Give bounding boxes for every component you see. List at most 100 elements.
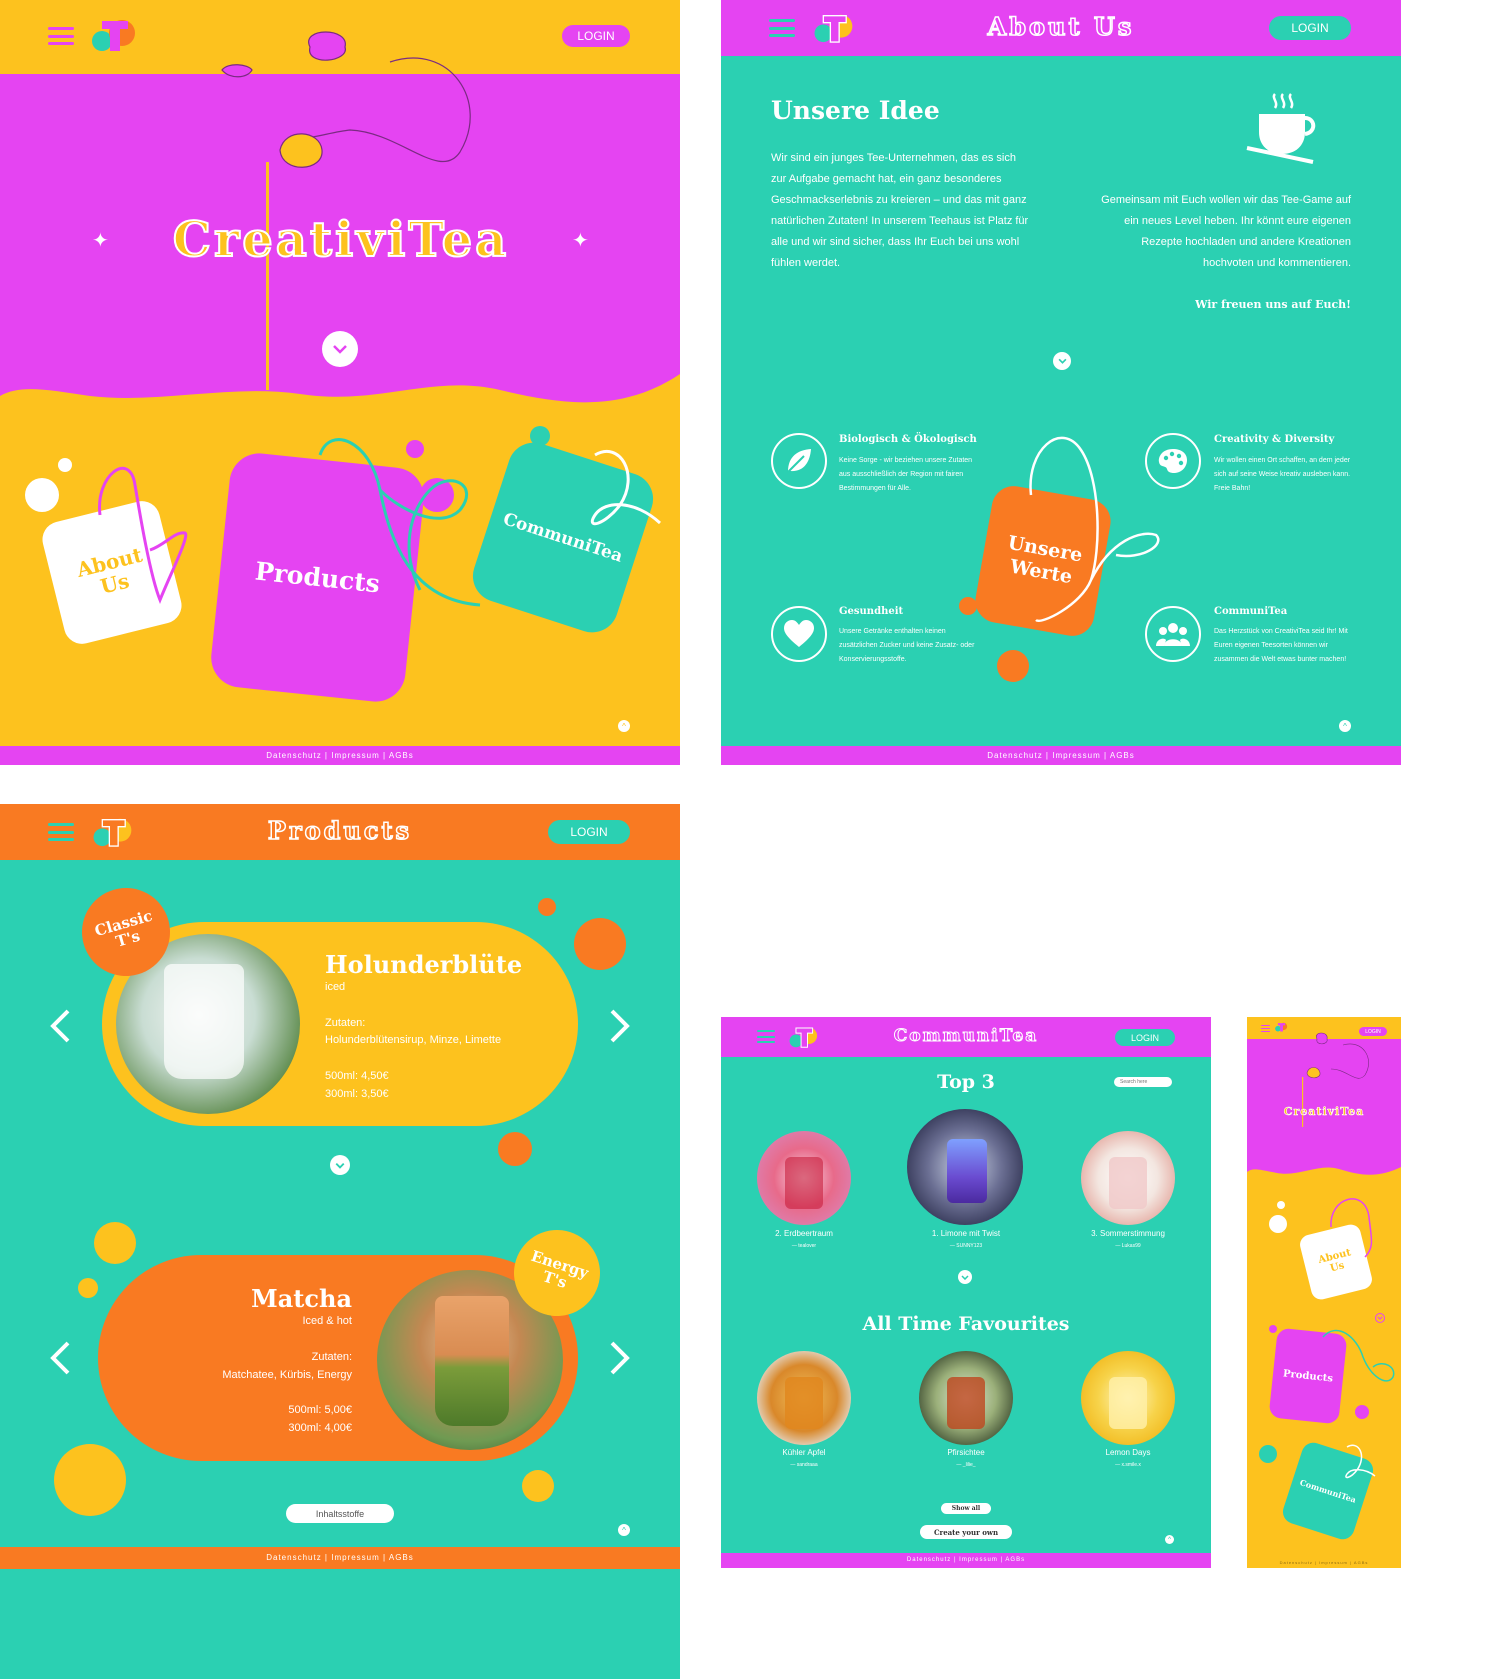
tag-string [318,438,481,607]
tag-string [98,466,188,605]
fav-drink-user: — sandraaa [790,1462,818,1468]
logo[interactable] [1274,1021,1288,1033]
decor-circle [1269,1325,1277,1333]
value-text: Keine Sorge - wir beziehen unsere Zutate… [839,457,973,492]
decor-circle [997,650,1029,682]
glass-shape [1109,1157,1147,1209]
ingredients-button[interactable]: Inhaltsstoffe [286,1504,394,1523]
price-large: 500ml: 5,00€ [288,1404,352,1416]
scroll-down-button[interactable] [1053,352,1071,370]
decor-circle [1269,1215,1287,1233]
tag-string [1345,1444,1376,1479]
menu-icon[interactable] [1261,1025,1270,1032]
glass-shape [947,1139,987,1203]
next-arrow-icon[interactable] [608,1340,632,1376]
glass-shape [164,964,244,1079]
logo[interactable] [88,15,138,55]
chevron-down-icon [1058,358,1066,364]
decor-circle [58,458,72,472]
top-drink-name: 1. Limone mit Twist [931,1229,1001,1238]
prev-arrow-icon[interactable] [48,1340,72,1376]
drink-photo[interactable] [757,1131,851,1225]
value-title: CommuniTea [1214,606,1288,617]
decor-circle [78,1278,98,1298]
ingredients-text: Matchatee, Kürbis, Energy [222,1369,352,1381]
fav-drink-name: Pfirsichtee [947,1448,985,1457]
logo[interactable] [811,9,855,47]
tag-string [1330,1198,1373,1258]
ingredients-label: Zutaten: [325,1017,366,1029]
drink-photo[interactable] [757,1351,851,1445]
show-all-button[interactable]: Show all [941,1503,991,1514]
login-button[interactable]: LOGIN [1269,16,1351,40]
value-text: Unsere Getränke enthalten keinen zusätzl… [839,628,975,663]
ingredients-text: Holunderblütensirup, Minze, Limette [325,1034,502,1046]
drink-photo[interactable] [907,1109,1023,1225]
price-small: 300ml: 4,00€ [288,1422,352,1434]
products-panel: Products LOGIN Classic T's Holunderblüte… [0,804,680,1679]
product-name: Matcha [251,1284,352,1313]
menu-icon[interactable] [757,1030,775,1043]
tag-string [591,449,662,526]
price-large: 500ml: 4,50€ [325,1070,389,1082]
scroll-top-button[interactable]: ^ [1339,720,1351,732]
decor-circle [1259,1445,1277,1463]
idea-text-left: Wir sind ein junges Tee-Unternehmen, das… [771,152,1029,269]
search-input[interactable] [1114,1077,1172,1087]
create-own-button[interactable]: Create your own [920,1525,1012,1539]
tea-cup-icon [1246,93,1316,164]
category-badge-label: Classic T's [92,906,155,951]
top-drink-name: 2. Erdbeertraum [775,1229,833,1238]
decor-circle [959,597,977,615]
login-button[interactable]: LOGIN [562,25,630,47]
decor-circle [498,1132,532,1166]
idea-title: Unsere Idee [771,96,940,125]
idea-text-right: Gemeinsam mit Euch wollen wir das Tee-Ga… [1101,194,1351,269]
scroll-down-button[interactable] [958,1270,972,1284]
drink-photo[interactable] [919,1351,1013,1445]
footer-links[interactable]: Datenschutz | Impressum | AGBs [0,746,680,765]
next-arrow-icon[interactable] [608,1008,632,1044]
footer-links[interactable]: Datenschutz | Impressum | AGBs [0,1547,680,1569]
decor-circle [94,1222,136,1264]
value-text: Wir wollen einen Ort schaffen, an dem je… [1214,457,1351,492]
value-title: Biologisch & Ökologisch [839,434,977,445]
favourites-title: All Time Favourites [862,1313,1070,1335]
decor-circle [538,898,556,916]
header-title: Products [267,815,413,846]
hero-title: CreativiTea [172,211,510,269]
header-title: CommuniTea [893,1026,1039,1047]
login-button[interactable]: LOGIN [548,820,630,844]
value-text: Das Herzstück von CreativiTea seid Ihr! … [1214,628,1348,663]
tag-string [1029,436,1160,622]
logo[interactable] [787,1023,819,1051]
top-drink-name: 3. Sommerstimmung [1091,1229,1165,1238]
drink-photo[interactable] [1081,1351,1175,1445]
chevron-down-icon [961,1274,969,1280]
menu-icon[interactable] [48,27,74,45]
footer-links[interactable]: Datenschutz | Impressum | AGBs [1247,1557,1401,1568]
scroll-down-button[interactable] [322,331,358,367]
drink-photo[interactable] [1081,1131,1175,1225]
menu-icon[interactable] [769,19,795,37]
glass-shape [947,1377,985,1429]
glass-shape [785,1157,823,1209]
product-variant: Iced & hot [302,1315,352,1327]
footer-links[interactable]: Datenschutz | Impressum | AGBs [721,1553,1211,1568]
login-button[interactable]: LOGIN [1115,1029,1175,1046]
scroll-top-button[interactable]: ^ [618,1524,630,1536]
menu-icon[interactable] [48,823,74,841]
chevron-down-icon [333,345,347,354]
footer-links[interactable]: Datenschutz | Impressum | AGBs [721,746,1401,765]
decor-circle [25,478,59,512]
chevron-down-icon [335,1162,345,1169]
prev-arrow-icon[interactable] [48,1008,72,1044]
fav-drink-name: Lemon Days [1105,1448,1151,1457]
logo[interactable] [90,813,134,851]
product-name: Holunderblüte [325,950,523,979]
top-drink-user: — tealover [791,1243,817,1249]
scroll-down-button[interactable] [330,1155,350,1175]
scroll-top-button[interactable]: ^ [618,720,630,732]
decor-circle [522,1470,554,1502]
scroll-top-button[interactable]: ^ [1165,1535,1174,1544]
